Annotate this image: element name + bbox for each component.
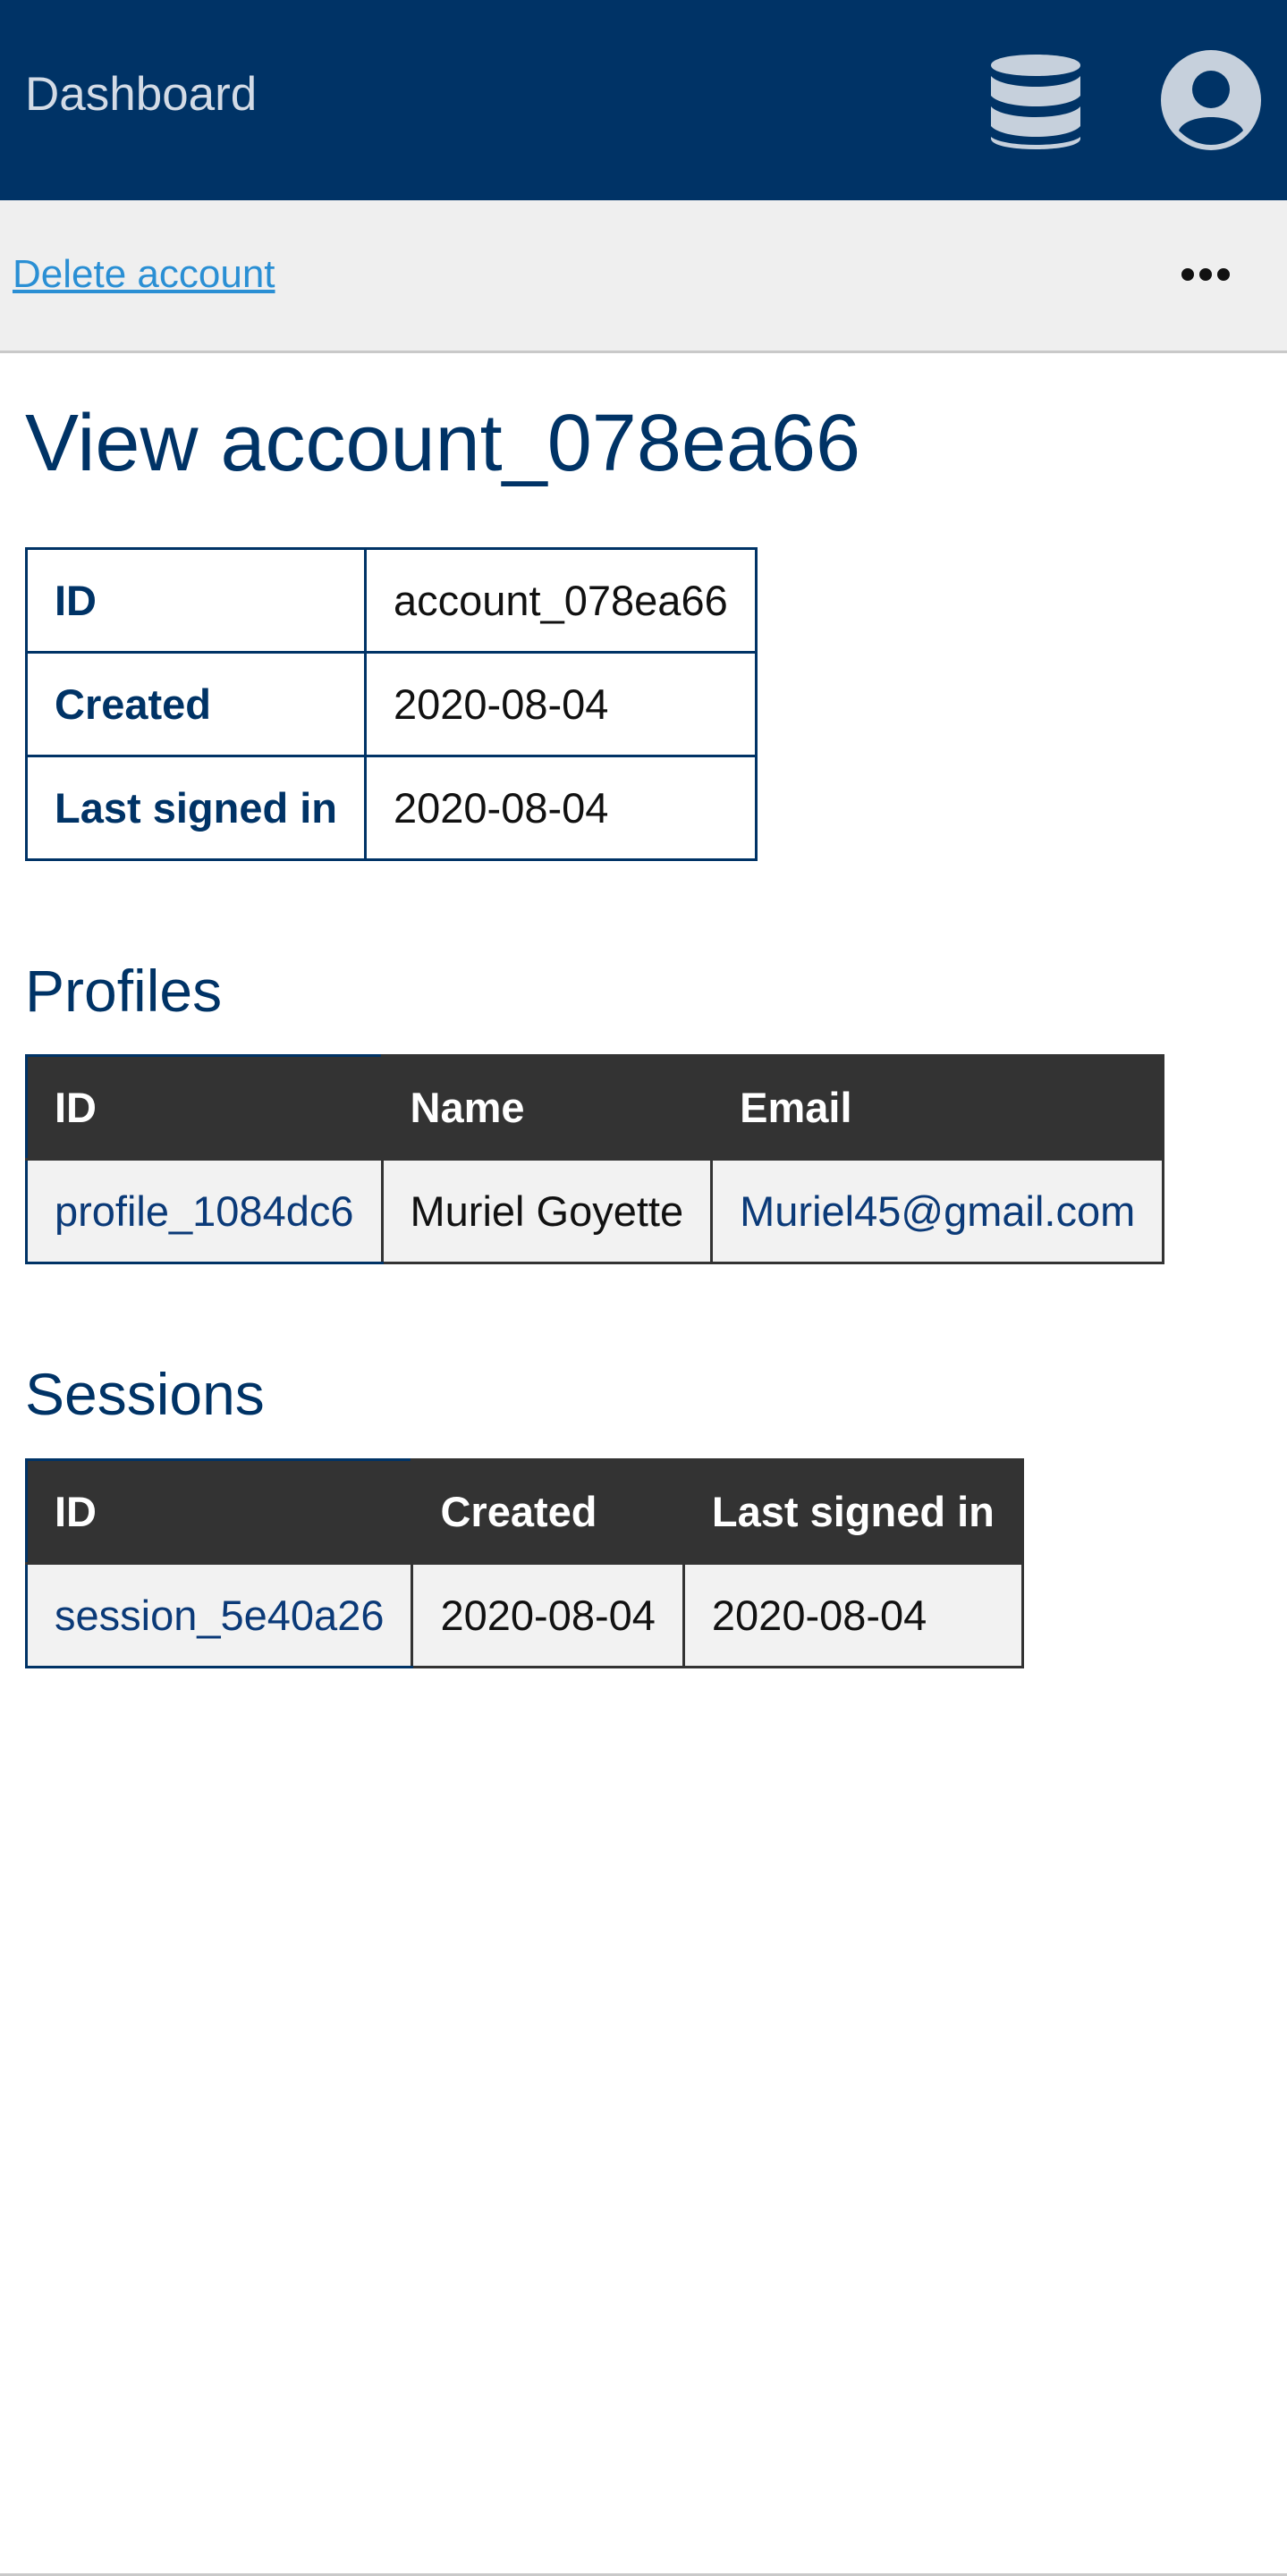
table-row: session_5e40a26 2020-08-04 2020-08-04 <box>24 1562 1024 1668</box>
session-id-cell: session_5e40a26 <box>24 1562 414 1668</box>
session-last-signed-in-cell: 2020-08-04 <box>682 1562 1024 1668</box>
delete-account-link[interactable]: Delete account <box>13 252 275 297</box>
dashboard-link[interactable]: Dashboard <box>25 68 257 122</box>
profiles-heading: Profiles <box>25 958 223 1024</box>
user-account-icon[interactable] <box>1161 50 1261 150</box>
profile-id-link[interactable]: profile_1084dc6 <box>55 1187 354 1235</box>
session-id-link[interactable]: session_5e40a26 <box>55 1592 384 1639</box>
more-horizontal-icon[interactable] <box>1179 259 1243 290</box>
details-row-created: Created 2020-08-04 <box>25 651 758 757</box>
sessions-heading: Sessions <box>25 1361 265 1427</box>
column-header: ID <box>24 1458 414 1565</box>
details-row-last-signed-in: Last signed in 2020-08-04 <box>25 755 758 861</box>
table-row: profile_1084dc6 Muriel Goyette Muriel45@… <box>25 1158 1165 1264</box>
profile-id-cell: profile_1084dc6 <box>25 1158 384 1264</box>
details-value: account_078ea66 <box>364 547 758 654</box>
column-header: Name <box>380 1054 714 1161</box>
details-key: Last signed in <box>25 755 367 861</box>
session-created-cell: 2020-08-04 <box>411 1562 685 1668</box>
column-header: Last signed in <box>682 1458 1024 1565</box>
top-navbar: Dashboard <box>0 0 1287 200</box>
database-icon[interactable] <box>991 49 1080 152</box>
profiles-table: ID Name Email profile_1084dc6 Muriel Goy… <box>25 1054 1165 1264</box>
column-header: ID <box>25 1054 384 1161</box>
table-header-row: ID Name Email <box>25 1054 1165 1161</box>
sessions-table: ID Created Last signed in session_5e40a2… <box>24 1458 1024 1668</box>
profile-email-link[interactable]: Muriel45@gmail.com <box>740 1187 1135 1235</box>
details-value: 2020-08-04 <box>364 755 758 861</box>
profile-name-cell: Muriel Goyette <box>380 1158 714 1264</box>
page-title: View account_078ea66 <box>25 399 861 488</box>
details-value: 2020-08-04 <box>364 651 758 757</box>
details-key: Created <box>25 651 367 757</box>
details-key: ID <box>25 547 367 654</box>
details-row-id: ID account_078ea66 <box>25 547 758 654</box>
column-header: Email <box>710 1054 1165 1161</box>
column-header: Created <box>411 1458 685 1565</box>
account-details-table: ID account_078ea66 Created 2020-08-04 La… <box>25 547 758 861</box>
profile-email-cell: Muriel45@gmail.com <box>710 1158 1165 1264</box>
table-header-row: ID Created Last signed in <box>24 1458 1024 1565</box>
